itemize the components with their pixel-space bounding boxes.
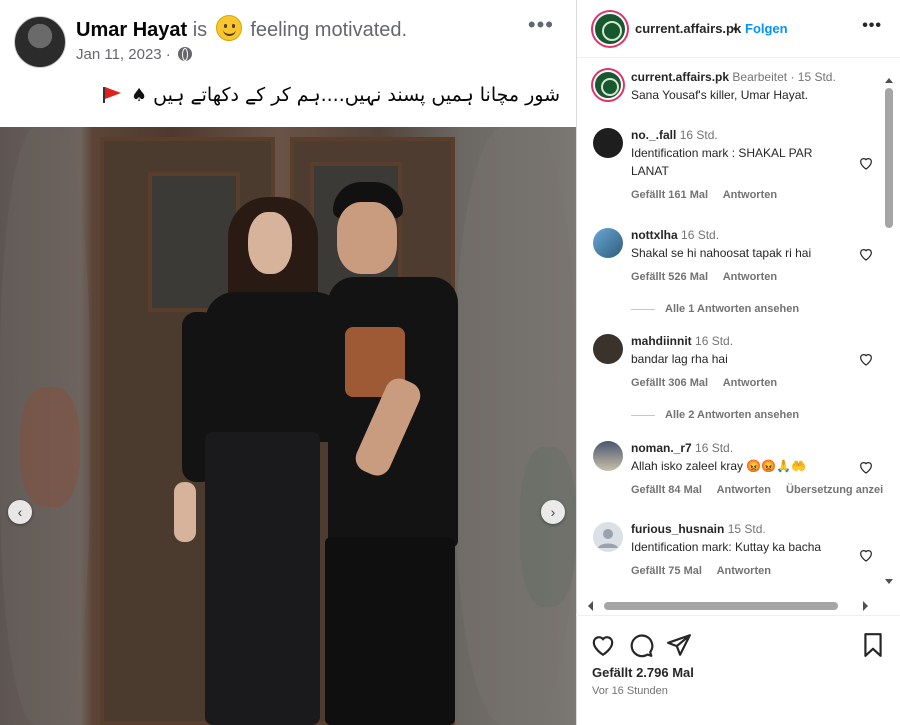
- facebook-post: Umar Hayat is feeling motivated. Jan 11,…: [0, 0, 576, 725]
- post-date[interactable]: Jan 11, 2023 ·: [76, 46, 171, 63]
- translate-link[interactable]: Übersetzung anzei: [786, 484, 883, 496]
- edited-label: Bearbeitet: [732, 70, 788, 84]
- comment-time: 16 Std.: [679, 128, 718, 142]
- heart-icon[interactable]: [858, 459, 874, 475]
- woman-face-front: [248, 212, 292, 274]
- view-replies-link[interactable]: Alle 2 Antworten ansehen: [631, 406, 799, 424]
- horizontal-scrollbar[interactable]: [586, 600, 872, 612]
- door-window-left: [148, 172, 240, 312]
- instagram-header: current.affairs.pk • Folgen •••: [577, 0, 900, 58]
- heart-icon[interactable]: [858, 155, 874, 171]
- smiley-emoji-icon: [215, 15, 242, 41]
- post-caption: شور مچانا ہمیں پسند نہیں....ہم کر کے دکھ…: [101, 84, 560, 106]
- comment-time: 16 Std.: [695, 334, 734, 348]
- feeling-text: feeling motivated.: [250, 19, 408, 41]
- comment-avatar[interactable]: [593, 228, 623, 258]
- comment-likes[interactable]: Gefällt 75 Mal: [631, 565, 702, 577]
- post-header-line: Umar Hayat is feeling motivated.: [76, 15, 407, 42]
- comment-avatar[interactable]: [593, 128, 623, 158]
- post-date-line: Jan 11, 2023 ·: [76, 46, 192, 63]
- comment-icon[interactable]: [628, 632, 654, 658]
- heart-icon[interactable]: [858, 547, 874, 563]
- man-trousers: [325, 537, 455, 725]
- comment-user[interactable]: nottxlha: [631, 228, 678, 242]
- scroll-right-arrow-icon[interactable]: [862, 600, 870, 612]
- comment-likes[interactable]: Gefällt 161 Mal: [631, 189, 708, 201]
- caption-time: · 15 Std.: [790, 70, 836, 84]
- post-photo[interactable]: ‹ ›: [0, 127, 576, 725]
- reply-button[interactable]: Antworten: [723, 271, 777, 283]
- bookmark-icon[interactable]: [860, 632, 886, 658]
- comment-time: 16 Std.: [681, 228, 720, 242]
- comment-likes[interactable]: Gefällt 306 Mal: [631, 377, 708, 389]
- reply-button[interactable]: Antworten: [723, 377, 777, 389]
- like-heart-icon[interactable]: [590, 632, 616, 658]
- comment-time: 15 Std.: [727, 522, 766, 536]
- moss-patch: [520, 447, 576, 607]
- comment-meta: Gefällt 161 Mal Antworten: [631, 186, 845, 204]
- more-options-button[interactable]: •••: [862, 17, 882, 35]
- author-name[interactable]: Umar Hayat: [76, 19, 187, 41]
- carousel-prev-button[interactable]: ‹: [8, 500, 32, 524]
- reply-button[interactable]: Antworten: [723, 189, 777, 201]
- caption-text: شور مچانا ہمیں پسند نہیں....ہم کر کے دکھ…: [153, 84, 560, 106]
- globe-public-icon: [177, 47, 192, 61]
- scroll-up-arrow-icon[interactable]: [884, 76, 894, 84]
- carousel-next-button[interactable]: ›: [541, 500, 565, 524]
- comment-likes[interactable]: Gefällt 84 Mal: [631, 484, 702, 496]
- comment-avatar[interactable]: [593, 522, 623, 552]
- comment-time: 16 Std.: [695, 441, 734, 455]
- comment-avatar[interactable]: [593, 441, 623, 471]
- comment-likes[interactable]: Gefällt 526 Mal: [631, 271, 708, 283]
- comment-user[interactable]: noman._r7: [631, 441, 692, 455]
- vertical-scrollbar[interactable]: [882, 78, 894, 586]
- brick-patch: [20, 387, 80, 507]
- post-more-options-button[interactable]: •••: [528, 12, 554, 38]
- caption-user[interactable]: current.affairs.pk: [631, 70, 729, 84]
- is-word: is: [192, 19, 208, 41]
- comment-text: bandar lag rha hai: [631, 352, 728, 366]
- scroll-down-arrow-icon[interactable]: [884, 578, 894, 586]
- comment-meta: Gefällt 306 Mal Antworten: [631, 374, 845, 392]
- comment-text: Identification mark : SHAKAL PAR LANAT: [631, 146, 813, 178]
- share-send-icon[interactable]: [666, 632, 692, 658]
- comment-meta: Gefällt 75 Mal Antworten: [631, 562, 845, 580]
- red-flag-icon: [102, 87, 123, 103]
- posted-time: Vor 16 Stunden: [592, 685, 668, 697]
- woman-top: [205, 292, 345, 442]
- account-name[interactable]: current.affairs.pk: [635, 21, 741, 36]
- comment-user[interactable]: mahdiinnit: [631, 334, 692, 348]
- vertical-scroll-thumb[interactable]: [885, 88, 893, 228]
- author-avatar[interactable]: [14, 16, 66, 68]
- likes-count[interactable]: Gefällt 2.796 Mal: [592, 665, 694, 680]
- account-avatar[interactable]: [593, 12, 627, 46]
- reply-button[interactable]: Antworten: [717, 484, 771, 496]
- heart-icon[interactable]: [858, 351, 874, 367]
- spade-icon: ♠: [130, 85, 148, 106]
- comments-list[interactable]: current.affairs.pk Bearbeitet · 15 Std. …: [577, 58, 885, 598]
- post-actions: Gefällt 2.796 Mal Vor 16 Stunden: [576, 615, 900, 725]
- scroll-left-arrow-icon[interactable]: [586, 600, 594, 612]
- heart-icon[interactable]: [858, 246, 874, 262]
- default-user-icon: [598, 529, 618, 548]
- comment-text: Shakal se hi nahoosat tapak ri hai: [631, 246, 812, 260]
- comment-meta: Gefällt 84 Mal Antworten Übersetzung anz…: [631, 481, 885, 499]
- man-face: [337, 202, 397, 274]
- view-replies-link[interactable]: Alle 1 Antworten ansehen: [631, 300, 799, 318]
- follow-button[interactable]: Folgen: [745, 21, 788, 36]
- comment-avatar[interactable]: [593, 334, 623, 364]
- separator-dot: •: [733, 21, 738, 36]
- caption-text: Sana Yousaf's killer, Umar Hayat.: [631, 88, 809, 102]
- comment-user[interactable]: no._.fall: [631, 128, 676, 142]
- comment-text: Identification mark: Kuttay ka bacha: [631, 540, 822, 554]
- wall-right: [455, 127, 576, 725]
- comment-user[interactable]: furious_husnain: [631, 522, 724, 536]
- comment-meta: Gefällt 526 Mal Antworten: [631, 268, 845, 286]
- horizontal-scroll-thumb[interactable]: [604, 602, 838, 610]
- reply-button[interactable]: Antworten: [717, 565, 771, 577]
- comment-text: Allah isko zaleel kray 😡😡🙏🤲: [631, 459, 807, 473]
- caption-avatar[interactable]: [593, 70, 623, 100]
- woman-left-hand: [174, 482, 196, 542]
- woman-jeans: [205, 432, 320, 725]
